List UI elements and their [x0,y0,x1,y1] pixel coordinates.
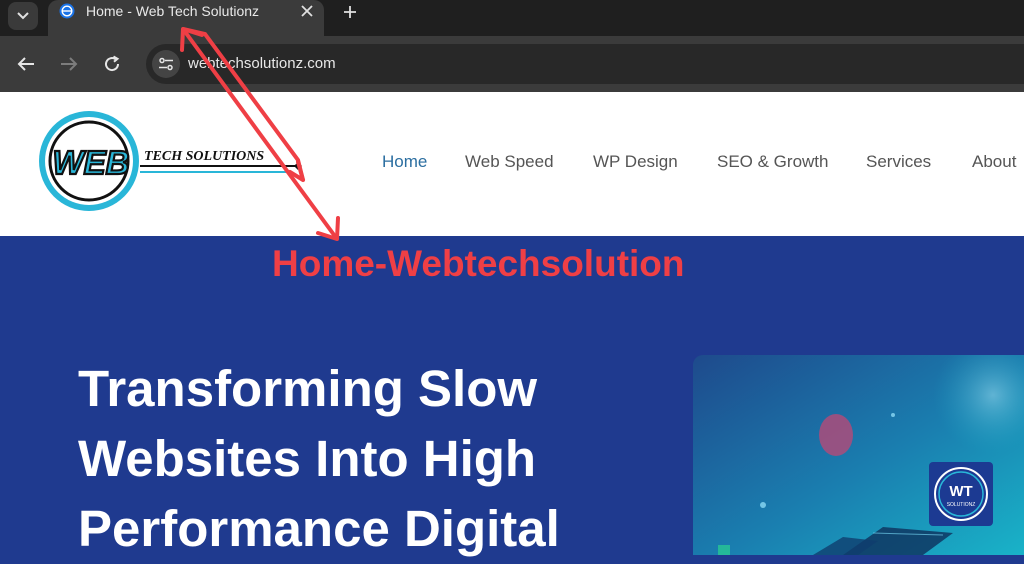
globe-icon [59,3,75,19]
back-button[interactable] [12,50,40,78]
plus-icon [344,6,356,18]
nav-seo-growth[interactable]: SEO & Growth [717,150,828,174]
arrow-left-icon [17,57,34,71]
hero-title-line: Performance Digital [78,500,560,557]
nav-home[interactable]: Home [382,150,427,174]
site-header: WEB TECH SOLUTIONS Home Web Speed WP Des… [0,92,1024,236]
nav-about[interactable]: About [972,150,1016,174]
site-info-button[interactable] [152,50,180,78]
browser-tab-home[interactable]: Home - Web Tech Solutionz [48,0,324,36]
tab-list-button[interactable] [8,2,38,30]
arrow-right-icon [61,57,78,71]
tab-title: Home - Web Tech Solutionz [86,3,260,19]
nav-wp-design[interactable]: WP Design [593,150,678,174]
close-icon [301,5,313,17]
nav-web-speed[interactable]: Web Speed [465,150,554,174]
hero-image: WT SOLUTIONZ [693,355,1024,555]
wt-solutionz-badge: WT SOLUTIONZ [929,462,993,526]
reload-icon [105,55,120,72]
chevron-down-icon [17,12,29,20]
reload-button[interactable] [98,50,126,78]
tune-icon [159,57,173,71]
tab-close-button[interactable] [298,2,316,20]
badge-emblem: WT SOLUTIONZ [934,467,988,521]
browser-tab-strip: Home - Web Tech Solutionz [0,0,1024,36]
hero-title-line: Websites Into High [78,430,537,487]
badge-initials: WT [949,483,972,500]
hero-section: Home-Webtechsolution Transforming Slow W… [0,236,1024,557]
browser-toolbar: webtechsolutionz.com [0,36,1024,92]
main-nav: Home Web Speed WP Design SEO & Growth Se… [0,150,1024,174]
address-bar[interactable]: webtechsolutionz.com [146,44,1024,84]
badge-subtext: SOLUTIONZ [947,502,976,508]
forward-button[interactable] [55,50,83,78]
url-text: webtechsolutionz.com [188,55,336,72]
hero-title-line: Transforming Slow [78,360,538,417]
nav-services[interactable]: Services [866,150,931,174]
new-tab-button[interactable] [339,1,361,23]
annotation-label: Home-Webtechsolution [272,243,685,284]
hero-title: Transforming Slow Websites Into High Per… [78,354,678,564]
